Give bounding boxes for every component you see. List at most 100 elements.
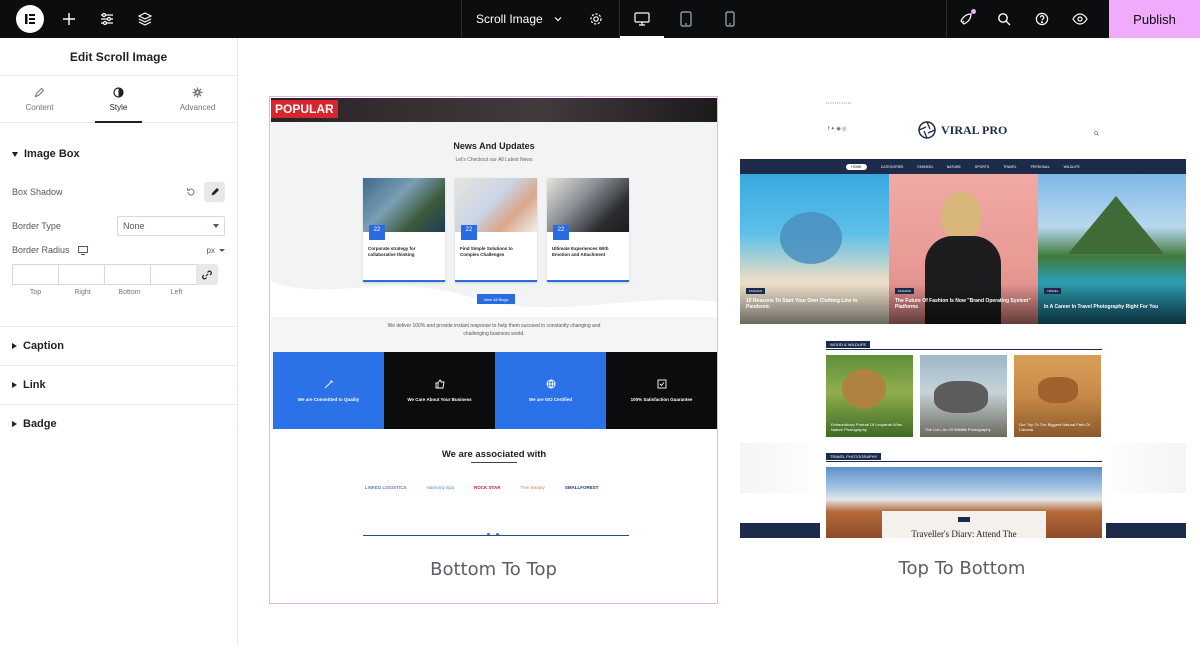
radius-bottom-input[interactable] (104, 264, 151, 285)
scroll-image-preview[interactable]: • • • • • • • • • • • • f ✦ ◉ ◎ VIRAL PR… (740, 97, 1186, 538)
feature-item: We are Committed to Quality (273, 352, 384, 429)
nav-item[interactable]: PERSONAL (1031, 165, 1050, 169)
settings-sliders-icon[interactable] (88, 0, 126, 38)
hero-tag: FASHION (895, 288, 915, 294)
antelope-shape (1038, 377, 1078, 403)
box-shadow-label: Box Shadow (12, 187, 63, 197)
nav-item[interactable]: NATURE (947, 165, 961, 169)
tab-content[interactable]: Content (0, 76, 79, 122)
tab-advanced-label: Advanced (179, 102, 216, 112)
document-title-dropdown[interactable]: Scroll Image (462, 12, 571, 26)
section-image-box-label: Image Box (24, 148, 80, 160)
hero-tag: FASHION (746, 288, 766, 294)
nav-item[interactable]: FASHION (917, 165, 932, 169)
help-icon[interactable] (1023, 0, 1061, 38)
section-link[interactable]: Link (0, 366, 237, 404)
nav-item[interactable]: SPORTS (975, 165, 989, 169)
wildlife-post[interactable]: Extraordinary Portrait Of Leopards Wins … (826, 355, 913, 437)
chevron-down-icon (554, 17, 562, 22)
section-image-box[interactable]: Image Box (0, 148, 237, 160)
wildlife-post[interactable]: Our Trip To The Biggest Natural Park Of … (1014, 355, 1101, 437)
search-icon[interactable] (985, 0, 1023, 38)
add-icon[interactable] (50, 0, 88, 38)
preview-eye-icon[interactable] (1061, 0, 1099, 38)
news-card-title: Corporate strategy for collaborative thi… (368, 246, 416, 257)
hat-shape (780, 212, 842, 264)
news-card-title: Ultimate Experiences With Emotion and At… (552, 246, 609, 257)
tab-advanced[interactable]: Advanced (158, 76, 237, 122)
site-nav: HOME CATEGORIES FASHION NATURE SPORTS TR… (740, 159, 1186, 174)
border-type-label: Border Type (12, 221, 61, 231)
hero-tag: TRAVEL (1044, 288, 1062, 294)
section-underline (826, 349, 1102, 350)
feature-label: We are Committed to Quality (297, 397, 360, 402)
link-values-button[interactable] (196, 264, 218, 285)
news-image: 22 (455, 178, 537, 240)
section-badge[interactable]: Badge (0, 405, 237, 443)
nav-item[interactable]: HOME (846, 163, 867, 170)
caret-down-icon (12, 151, 18, 157)
border-type-select[interactable]: None (117, 216, 225, 236)
news-card[interactable]: 22 Find Simple Solutions to Complex Chal… (455, 178, 537, 282)
mobile-icon[interactable] (708, 0, 752, 38)
link-icon (202, 270, 212, 279)
hero-post[interactable]: FASHION The Future Of Fashion Is Now "Br… (889, 174, 1038, 324)
box-shadow-edit-button[interactable] (204, 182, 225, 202)
section-badge-label: Badge (23, 418, 57, 430)
hero-caption: 10 Reasons To Start Your Own Clothing Li… (746, 298, 858, 310)
nav-item[interactable]: CATEGORIES (881, 165, 904, 169)
tab-style[interactable]: Style (79, 76, 158, 123)
news-card[interactable]: 22 Corporate strategy for collaborative … (363, 178, 445, 282)
scroll-image-preview[interactable]: POPULAR News And Updates Let's Checkout … (271, 98, 717, 539)
wildlife-post[interactable]: The Lion, An Of Wildlife Photography (920, 355, 1007, 437)
image-caption: Bottom To Top (430, 559, 557, 580)
partner-logo: Harmony Spa (426, 485, 455, 490)
news-card[interactable]: 22 Ultimate Experiences With Emotion and… (547, 178, 629, 282)
caret-down-icon (219, 248, 225, 252)
popular-badge: POPULAR (271, 100, 338, 118)
desktop-icon[interactable] (77, 245, 88, 255)
nav-item[interactable]: TRAVEL (1003, 165, 1016, 169)
section-underline (826, 461, 1102, 462)
caret-right-icon (12, 382, 17, 388)
footer-band-left (740, 523, 820, 538)
intro-paragraph: We deliver 100% and provide instant resp… (387, 323, 601, 337)
lion-shape (842, 369, 886, 409)
travel-headline: Traveller's Diary: Attend The (911, 529, 1017, 538)
elementor-logo-icon[interactable] (16, 5, 44, 33)
mountain-shape (1068, 196, 1164, 254)
travel-headline-box[interactable]: Traveller's Diary: Attend The (882, 511, 1046, 538)
view-all-blogs-button[interactable]: View All Blogs (477, 294, 515, 304)
pencil-icon (211, 188, 219, 196)
layers-icon[interactable] (126, 0, 164, 38)
radius-right-input[interactable] (58, 264, 105, 285)
hero-post[interactable]: TRAVEL In A Career In Travel Photography… (1038, 174, 1186, 324)
radius-left-input[interactable] (150, 264, 197, 285)
news-title: News And Updates (453, 141, 535, 151)
scroll-image-widget[interactable]: • • • • • • • • • • • • f ✦ ◉ ◎ VIRAL PR… (739, 96, 1187, 604)
date-badge: 22 (461, 225, 477, 240)
feature-item: We Care About Your Business (384, 352, 495, 429)
border-type-control: Border Type None (0, 216, 237, 236)
top-strip: • • • • • • • • • • • • (826, 101, 852, 105)
publish-button[interactable]: Publish (1109, 0, 1200, 38)
tablet-icon[interactable] (664, 0, 708, 38)
brand-name: VIRAL PRO (941, 122, 1008, 137)
box-shadow-control: Box Shadow (0, 182, 237, 202)
nav-item[interactable]: WILDLIFE (1064, 165, 1080, 169)
site-logo: VIRAL PRO (918, 121, 1007, 139)
radius-top-input[interactable] (12, 264, 59, 285)
hero-post[interactable]: FASHION 10 Reasons To Start Your Own Clo… (740, 174, 889, 324)
title-underline (471, 462, 517, 463)
section-caption[interactable]: Caption (0, 327, 237, 365)
gear-icon[interactable] (577, 0, 615, 38)
rocket-notification-icon[interactable] (947, 0, 985, 38)
radius-right-label: Right (74, 289, 91, 296)
scroll-image-widget-selected[interactable]: POPULAR News And Updates Let's Checkout … (269, 96, 718, 604)
unit-select[interactable]: px (207, 246, 225, 255)
carousel-dots[interactable] (487, 523, 501, 536)
reset-icon[interactable] (186, 187, 196, 197)
hero-strip (271, 98, 717, 122)
desktop-icon[interactable] (620, 0, 664, 38)
feature-label: We Care About Your Business (407, 397, 472, 402)
